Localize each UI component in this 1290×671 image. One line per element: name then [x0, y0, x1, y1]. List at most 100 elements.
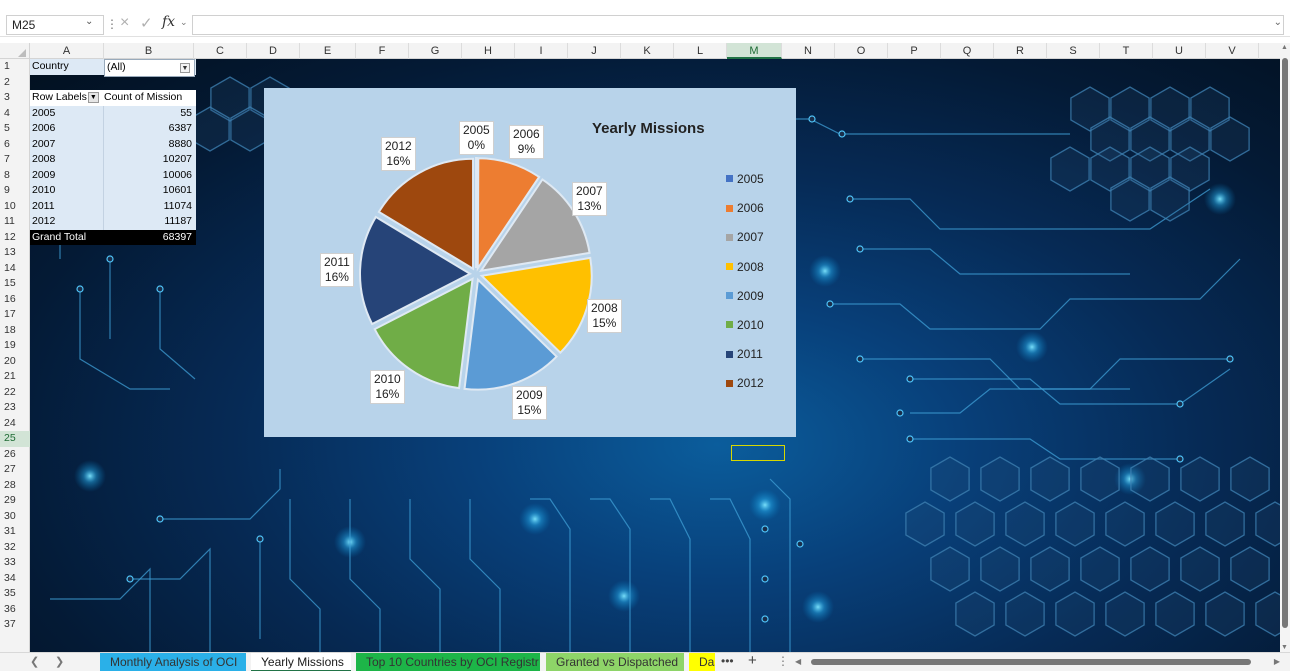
- row-header-3[interactable]: 3: [0, 90, 30, 106]
- horizontal-scrollbar[interactable]: ◀ ▶: [795, 657, 1280, 667]
- column-header-t[interactable]: T: [1100, 43, 1153, 59]
- row-header-17[interactable]: 17: [0, 307, 30, 323]
- chart-title[interactable]: Yearly Missions: [592, 120, 705, 137]
- pivot-row-label[interactable]: 2007: [30, 136, 104, 152]
- column-header-f[interactable]: F: [356, 43, 409, 59]
- sheet-tab[interactable]: Top 10 Countries by OCI Registr: [356, 653, 540, 671]
- row-header-24[interactable]: 24: [0, 416, 30, 432]
- pivot-row-label[interactable]: 2005: [30, 105, 104, 121]
- column-header-q[interactable]: Q: [941, 43, 994, 59]
- row-header-1[interactable]: 1: [0, 59, 30, 75]
- row-header-7[interactable]: 7: [0, 152, 30, 168]
- tab-split-handle-icon[interactable]: ⋮: [777, 654, 789, 668]
- insert-function-icon[interactable]: fx: [162, 14, 175, 30]
- data-label-2012[interactable]: 2012 16%: [381, 137, 416, 171]
- column-header-p[interactable]: P: [888, 43, 941, 59]
- row-header-26[interactable]: 26: [0, 447, 30, 463]
- legend-item-2010[interactable]: 2010: [726, 318, 764, 332]
- row-header-4[interactable]: 4: [0, 106, 30, 122]
- column-header-v[interactable]: V: [1206, 43, 1259, 59]
- pivot-row-label[interactable]: 2011: [30, 198, 104, 214]
- column-header-u[interactable]: U: [1153, 43, 1206, 59]
- column-header-c[interactable]: C: [194, 43, 247, 59]
- selected-cell-m25[interactable]: [731, 445, 785, 461]
- column-header-j[interactable]: J: [568, 43, 621, 59]
- row-header-15[interactable]: 15: [0, 276, 30, 292]
- row-header-18[interactable]: 18: [0, 323, 30, 339]
- scroll-down-icon[interactable]: ▼: [1281, 644, 1288, 651]
- column-header-h[interactable]: H: [462, 43, 515, 59]
- pie-slice-2005[interactable]: [475, 156, 478, 269]
- filter-dropdown-icon[interactable]: ▼: [180, 63, 190, 73]
- function-dropdown-icon[interactable]: ⌄: [180, 17, 188, 28]
- row-header-21[interactable]: 21: [0, 369, 30, 385]
- name-box-dropdown-icon[interactable]: ⌄: [85, 16, 93, 27]
- row-header-19[interactable]: 19: [0, 338, 30, 354]
- row-header-11[interactable]: 11: [0, 214, 30, 230]
- scroll-right-icon[interactable]: ▶: [1274, 657, 1280, 666]
- row-header-37[interactable]: 37: [0, 617, 30, 633]
- row-header-2[interactable]: 2: [0, 75, 30, 91]
- row-header-36[interactable]: 36: [0, 602, 30, 618]
- data-label-2007[interactable]: 2007 13%: [572, 182, 607, 216]
- row-header-5[interactable]: 5: [0, 121, 30, 137]
- column-header-b[interactable]: B: [104, 43, 194, 59]
- row-header-16[interactable]: 16: [0, 292, 30, 308]
- cancel-icon[interactable]: ×: [120, 14, 129, 32]
- column-header-o[interactable]: O: [835, 43, 888, 59]
- column-header-d[interactable]: D: [247, 43, 300, 59]
- vertical-scrollbar[interactable]: ▲ ▼: [1280, 43, 1290, 652]
- next-sheet-icon[interactable]: ❯: [55, 655, 64, 668]
- row-header-6[interactable]: 6: [0, 137, 30, 153]
- data-label-2008[interactable]: 2008 15%: [587, 299, 622, 333]
- row-header-31[interactable]: 31: [0, 524, 30, 540]
- column-header-e[interactable]: E: [300, 43, 356, 59]
- column-header-a[interactable]: A: [30, 43, 104, 59]
- pivot-row-value[interactable]: 11074: [104, 199, 195, 215]
- add-sheet-icon[interactable]: +: [748, 652, 757, 669]
- pivot-row-value[interactable]: 11187: [104, 214, 195, 230]
- enter-check-icon[interactable]: ✓: [140, 14, 153, 32]
- previous-sheet-icon[interactable]: ❮: [30, 655, 39, 668]
- legend-item-2008[interactable]: 2008: [726, 260, 764, 274]
- more-sheets-icon[interactable]: •••: [721, 654, 734, 668]
- row-header-14[interactable]: 14: [0, 261, 30, 277]
- expand-formula-bar-icon[interactable]: ⌄: [1274, 17, 1282, 28]
- data-label-2011[interactable]: 2011 16%: [320, 253, 354, 287]
- formula-input[interactable]: [192, 15, 1284, 35]
- column-header-i[interactable]: I: [515, 43, 568, 59]
- row-header-35[interactable]: 35: [0, 586, 30, 602]
- row-header-9[interactable]: 9: [0, 183, 30, 199]
- row-header-32[interactable]: 32: [0, 540, 30, 556]
- select-all-corner[interactable]: [0, 43, 30, 59]
- column-header-n[interactable]: N: [782, 43, 835, 59]
- row-header-8[interactable]: 8: [0, 168, 30, 184]
- legend-item-2011[interactable]: 2011: [726, 347, 763, 361]
- row-header-27[interactable]: 27: [0, 462, 30, 478]
- row-labels-dropdown-icon[interactable]: ▼: [87, 91, 99, 103]
- legend-item-2009[interactable]: 2009: [726, 289, 764, 303]
- data-label-2005[interactable]: 2005 0%: [459, 121, 494, 155]
- data-label-2009[interactable]: 2009 15%: [512, 386, 547, 420]
- column-header-s[interactable]: S: [1047, 43, 1100, 59]
- row-header-13[interactable]: 13: [0, 245, 30, 261]
- scroll-up-icon[interactable]: ▲: [1281, 44, 1288, 51]
- column-header-r[interactable]: R: [994, 43, 1047, 59]
- row-header-29[interactable]: 29: [0, 493, 30, 509]
- pivot-row-label[interactable]: 2010: [30, 183, 104, 199]
- pivot-row-label[interactable]: 2012: [30, 214, 104, 230]
- pivot-row-value[interactable]: 10207: [104, 152, 195, 168]
- legend-item-2005[interactable]: 2005: [726, 172, 764, 186]
- column-header-l[interactable]: L: [674, 43, 727, 59]
- column-header-m[interactable]: M: [727, 43, 782, 59]
- row-header-10[interactable]: 10: [0, 199, 30, 215]
- column-header-g[interactable]: G: [409, 43, 462, 59]
- pivot-row-value[interactable]: 55: [104, 106, 195, 122]
- row-header-33[interactable]: 33: [0, 555, 30, 571]
- row-labels-header[interactable]: Row Labels ▼: [30, 90, 104, 106]
- pivot-row-value[interactable]: 10601: [104, 183, 195, 199]
- pivot-row-value[interactable]: 10006: [104, 168, 195, 184]
- scroll-left-icon[interactable]: ◀: [795, 657, 801, 666]
- pie-chart[interactable]: Yearly Missions 2005 2006 2007 2008 2009 2010…: [264, 88, 796, 437]
- row-header-20[interactable]: 20: [0, 354, 30, 370]
